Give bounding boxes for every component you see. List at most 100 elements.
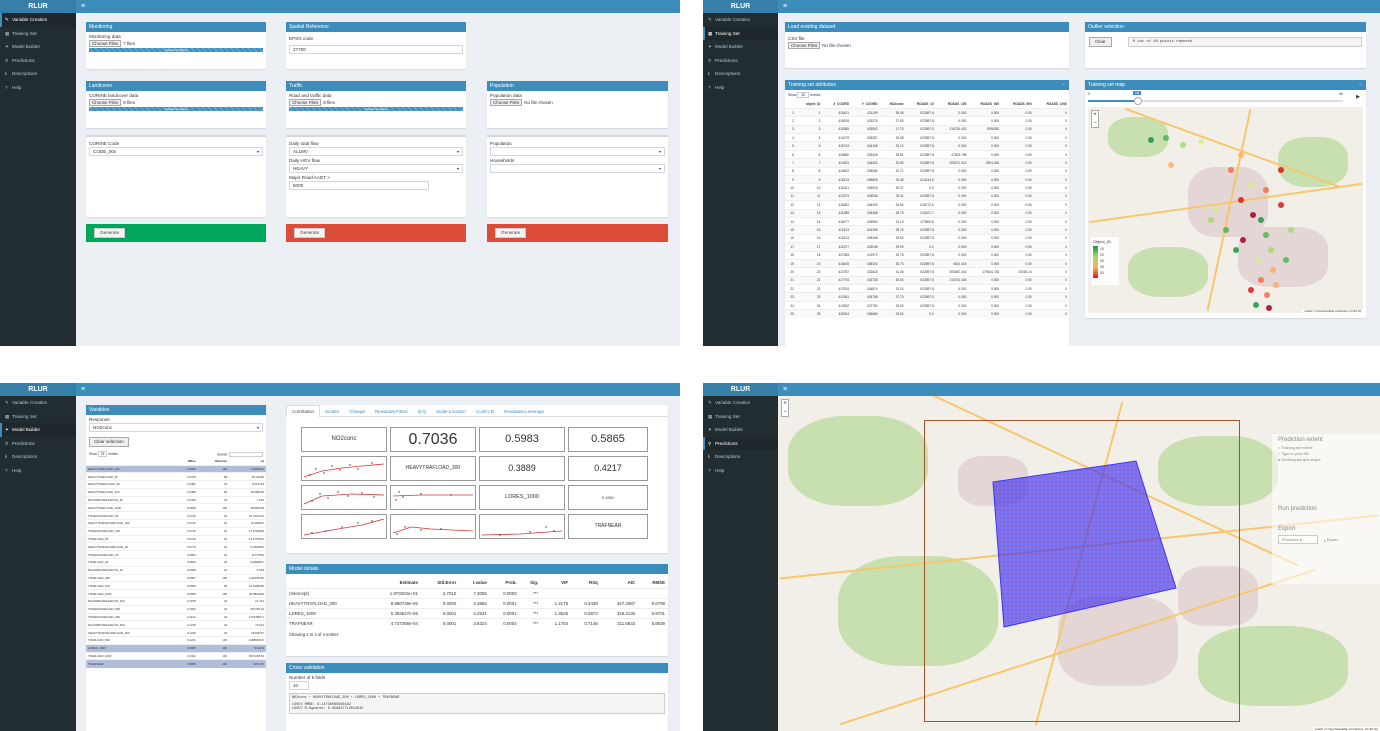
- sidebar-item-training-set[interactable]: ▦ Training Set: [0, 27, 76, 41]
- column-header[interactable]: NO2conc: [880, 100, 906, 108]
- column-header[interactable]: RSq: [571, 578, 601, 588]
- total-flow-select[interactable]: ALLMV ▾: [289, 147, 463, 156]
- sidebar-item-training-set[interactable]: ▦ Training Set: [703, 26, 778, 40]
- collapse-icon[interactable]: −: [1062, 80, 1065, 90]
- map-point-marker[interactable]: [1283, 257, 1289, 263]
- column-header[interactable]: object_ID: [796, 100, 823, 108]
- sidebar-item-variable-creation[interactable]: ✎ Variable Creation: [0, 396, 76, 410]
- table-row[interactable]: HEAVYTRAFFLOAD_50 0.0481 34 8.014730: [86, 480, 266, 489]
- extent-option[interactable]: ○ Type in point file: [1278, 452, 1374, 456]
- column-header[interactable]: AIC: [601, 578, 638, 588]
- table-row[interactable]: TRAFMAJORLOAD_25 0.0804 24 8.177546: [86, 550, 266, 559]
- corine-code-select[interactable]: CODE_00x ▾: [89, 147, 263, 156]
- table-row[interactable]: HEAVYTRAFMAJORLOAD_25 0.0773 24 6.1834842: [86, 542, 266, 551]
- sidebar-item-variable-creation[interactable]: ✎ Variable Creation: [703, 396, 778, 410]
- table-row[interactable]: TRAFLOAD_500 0.1241 100 21688180.5: [86, 636, 266, 645]
- map-point-marker[interactable]: [1228, 167, 1234, 173]
- entries-select[interactable]: 50: [797, 92, 810, 98]
- table-row[interactable]: TRAFNEAR 4.737368e-04 0.0001 3.8324 0.0004 **…: [286, 617, 668, 628]
- tab-correlation[interactable]: Correlation: [286, 405, 321, 417]
- table-row[interactable]: 23 23 417651 434758 37.79 522897.8 0.000 0.000 0…: [785, 292, 1069, 302]
- table-row[interactable]: 17 17 411977 432038 29.99 0.0 0.000 0.000 0.00 0: [785, 242, 1069, 252]
- table-row[interactable]: 15 15 412413 431308 28.75 522897.8 0.000 0.000 0…: [785, 225, 1069, 235]
- generate-button[interactable]: Generate: [294, 228, 326, 238]
- sidebar-item-variable-creation[interactable]: ✎ Variable Creation: [0, 13, 76, 27]
- map-point-marker[interactable]: [1278, 202, 1284, 208]
- sidebar-item-training-set[interactable]: ▦ Training Set: [703, 410, 778, 424]
- folds-input[interactable]: 10: [289, 681, 309, 690]
- epsg-input[interactable]: 27700: [289, 45, 463, 54]
- zoom-control[interactable]: + −: [781, 399, 789, 417]
- households-select[interactable]: ▾: [490, 164, 665, 173]
- generate-button[interactable]: Generate: [94, 228, 126, 238]
- search-input[interactable]: [229, 452, 263, 457]
- table-row[interactable]: 25 25 415264 436656 23.94 0.0 0.000 0.000 0.00 0: [785, 309, 1069, 319]
- map-point-marker[interactable]: [1288, 227, 1294, 233]
- menu-toggle-icon[interactable]: ≡: [81, 2, 85, 11]
- column-header[interactable]: Sig.: [520, 578, 542, 588]
- map-point-marker[interactable]: [1266, 305, 1272, 311]
- table-row[interactable]: 6 6 415580 433428 35.61 522897.8 47602.798 0.00…: [785, 149, 1069, 159]
- play-icon[interactable]: ▶: [1356, 94, 1360, 100]
- run-prediction-title[interactable]: Run prediction: [1278, 506, 1374, 512]
- column-header[interactable]: RMse: [173, 458, 198, 465]
- map-point-marker[interactable]: [1268, 247, 1274, 253]
- table-row[interactable]: LDRES_1000 0.5983 100 70.1213: [86, 643, 266, 653]
- choose-files-button[interactable]: Choose Files: [788, 42, 821, 49]
- table-row[interactable]: TRAFLOAD_1000 0.2401 100 8274158.62: [86, 651, 266, 660]
- tab-q-q[interactable]: Q-Q: [413, 406, 432, 417]
- column-header[interactable]: ROADS_1000: [1034, 100, 1069, 108]
- sidebar-item-help[interactable]: ? Help: [0, 81, 76, 95]
- clear-selection-button[interactable]: Clear selection: [89, 437, 129, 447]
- column-header[interactable]: RMSE: [638, 578, 668, 588]
- table-row[interactable]: MAJORROADLENGTH_100 0.1078 24 14.742: [86, 597, 266, 606]
- column-header[interactable]: X_COORD: [822, 100, 851, 108]
- table-row[interactable]: TRAFLOAD_1000 0.0965 100 46.5811920: [86, 589, 266, 598]
- column-header[interactable]: [785, 100, 796, 108]
- slider-handle[interactable]: [1134, 97, 1142, 105]
- tab-scale-location[interactable]: Scale-Location: [431, 406, 471, 417]
- table-row[interactable]: MAJORROADLENGTH_25 0.0908 24 6.618: [86, 565, 266, 575]
- prediction-map[interactable]: + − Prediction extent ○ Training set exte…: [778, 396, 1380, 731]
- table-row[interactable]: TRAFMAJORLOAD_100 0.0732 24 27.5726549: [86, 526, 266, 536]
- map-point-marker[interactable]: [1270, 267, 1276, 273]
- choose-files-button[interactable]: Choose Files: [289, 99, 322, 106]
- map-point-marker[interactable]: [1233, 247, 1239, 253]
- table-row[interactable]: TRAFLOAD_25 0.0843 34 8.4938927: [86, 558, 266, 567]
- column-header[interactable]: t.value: [459, 578, 490, 588]
- map-point-marker[interactable]: [1263, 187, 1269, 193]
- table-row[interactable]: 7 7 414351 434431 20.53 522897.8 209071.413 299…: [785, 158, 1069, 168]
- table-row[interactable]: 19 19 416406 436192 30.73 522897.8 4814.418 0.0…: [785, 258, 1069, 268]
- population-select[interactable]: ▾: [490, 147, 665, 156]
- sidebar-item-help[interactable]: ? Help: [703, 464, 778, 478]
- response-select[interactable]: NO2conc ▾: [89, 423, 263, 432]
- extent-option[interactable]: ○ Training set extent: [1278, 446, 1374, 450]
- table-row[interactable]: 12 12 416352 434433 34.54 618772.5 0.000 0.000 0…: [785, 200, 1069, 210]
- map-point-marker[interactable]: [1248, 287, 1254, 293]
- choose-files-button[interactable]: Choose Files: [89, 99, 122, 106]
- table-row[interactable]: HEAVYTRAFLOAD_1000 0.0595 100 18.853439: [86, 503, 266, 512]
- column-header[interactable]: VIF: [541, 578, 571, 588]
- aadt-input[interactable]: 5000: [289, 181, 429, 190]
- table-row[interactable]: TRAFNEAR 0.5865 100 106.170: [86, 659, 266, 668]
- menu-toggle-icon[interactable]: ≡: [783, 2, 787, 11]
- zoom-control[interactable]: + −: [1091, 110, 1099, 128]
- tab-residuals-leverage[interactable]: Residuals-Leverage: [499, 406, 549, 417]
- column-header[interactable]: [286, 578, 368, 588]
- map-point-marker[interactable]: [1238, 197, 1244, 203]
- column-header[interactable]: ROADS_10: [906, 100, 936, 108]
- clear-button[interactable]: Clear: [1089, 37, 1112, 47]
- map-point-marker[interactable]: [1163, 135, 1169, 141]
- table-row[interactable]: 16 16 415133 435448 33.53 522897.8 0.000 0.000 0…: [785, 233, 1069, 243]
- table-row[interactable]: HEAVYTRAFLOAD_50 0.0479 98 81.42195: [86, 472, 266, 481]
- sidebar-item-descriptions[interactable]: ℹ Descriptions: [0, 450, 76, 464]
- column-header[interactable]: ROADS_300: [968, 100, 1001, 108]
- extent-option[interactable]: ● Rectangular grid shape: [1278, 458, 1374, 462]
- landcover-file-input[interactable]: Choose Files 8 files: [89, 99, 263, 106]
- table-row[interactable]: TRAFLOAD_100 0.0953 93 10.2308245: [86, 581, 266, 590]
- table-row[interactable]: 8 8 414502 435084 32.71 522897.8 0.000 0.000 0.0…: [785, 166, 1069, 176]
- table-row[interactable]: HEAVYTRAFLOAD_300 0.5983 100 0.6499991: [86, 464, 266, 473]
- traffic-file-input[interactable]: Choose Files 8 files: [289, 99, 463, 106]
- sidebar-item-predictions[interactable]: ⚲ Predictions: [0, 54, 76, 68]
- map-point-marker[interactable]: [1168, 162, 1174, 168]
